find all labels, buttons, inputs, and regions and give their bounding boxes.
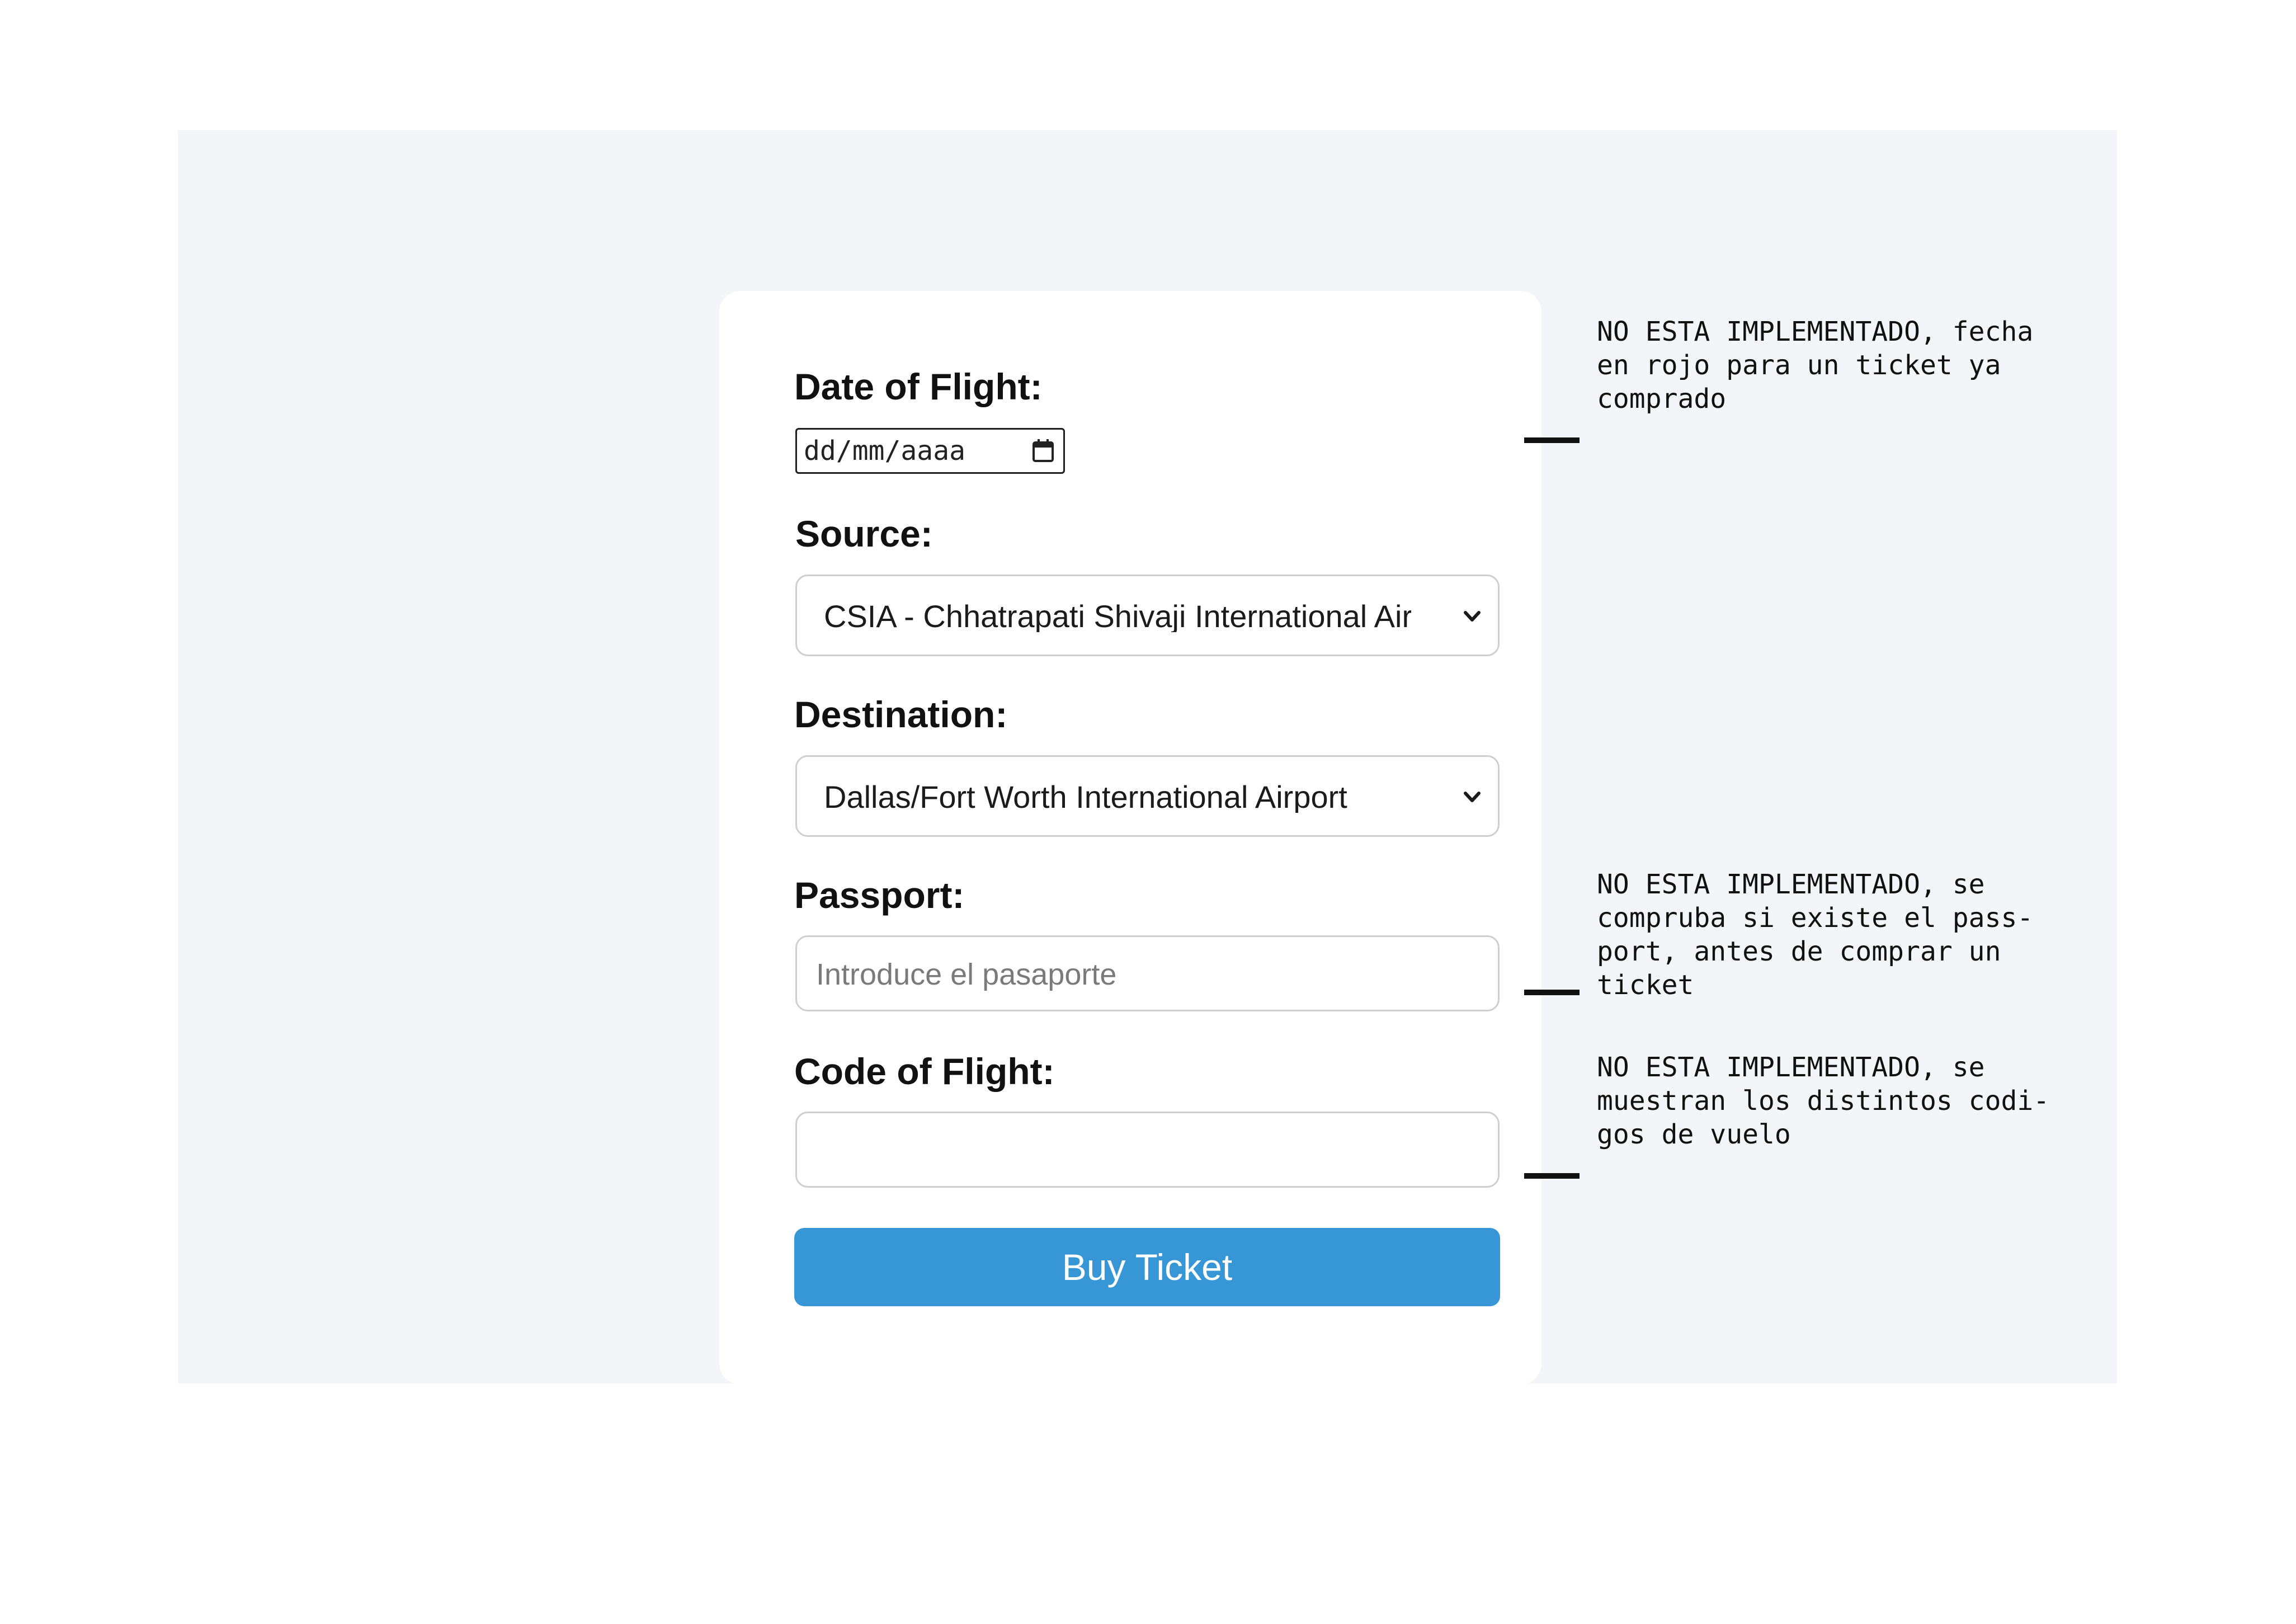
note-line: ticket bbox=[1597, 969, 1694, 1001]
page: Date of Flight: dd/mm/aaaa Source: CSIA … bbox=[0, 0, 2296, 1624]
note-line: gos de vuelo bbox=[1597, 1119, 1791, 1150]
passport-placeholder: Introduce el pasaporte bbox=[816, 958, 1117, 991]
code-of-flight-input[interactable] bbox=[795, 1112, 1500, 1188]
annotation-note-date: NO ESTA IMPLEMENTADO, fecha en rojo para… bbox=[1597, 315, 2111, 416]
source-selected-value: CSIA - Chhatrapati Shivaji International… bbox=[824, 601, 1411, 632]
note-line: en rojo para un ticket ya bbox=[1597, 350, 2001, 381]
date-label: Date of Flight: bbox=[794, 366, 1043, 407]
passport-input[interactable]: Introduce el pasaporte bbox=[795, 935, 1500, 1011]
code-of-flight-label: Code of Flight: bbox=[794, 1051, 1055, 1092]
note-line: comprado bbox=[1597, 383, 1727, 415]
passport-label: Passport: bbox=[794, 874, 965, 916]
annotation-note-code: NO ESTA IMPLEMENTADO, se muestran los di… bbox=[1597, 1051, 2111, 1151]
calendar-icon[interactable] bbox=[1032, 439, 1054, 463]
date-of-flight-input[interactable]: dd/mm/aaaa bbox=[795, 428, 1065, 474]
annotation-connector-passport bbox=[1524, 990, 1580, 995]
chevron-down-icon bbox=[1464, 611, 1481, 622]
note-line: NO ESTA IMPLEMENTADO, se bbox=[1597, 869, 1985, 900]
chevron-down-icon bbox=[1464, 792, 1481, 802]
destination-select[interactable]: Dallas/Fort Worth International Airport bbox=[795, 755, 1500, 837]
source-label: Source: bbox=[795, 513, 933, 554]
annotation-connector-code bbox=[1524, 1173, 1580, 1179]
note-line: NO ESTA IMPLEMENTADO, se bbox=[1597, 1052, 1985, 1083]
destination-label: Destination: bbox=[794, 694, 1008, 735]
date-value: dd/mm/aaaa bbox=[804, 435, 965, 467]
annotation-connector-date bbox=[1524, 437, 1580, 443]
buy-ticket-button[interactable]: Buy Ticket bbox=[794, 1228, 1500, 1306]
source-select[interactable]: CSIA - Chhatrapati Shivaji International… bbox=[795, 575, 1500, 656]
note-line: compruba si existe el pass- bbox=[1597, 902, 2034, 934]
destination-selected-value: Dallas/Fort Worth International Airport bbox=[824, 782, 1347, 813]
note-line: port, antes de comprar un bbox=[1597, 936, 2001, 967]
note-line: NO ESTA IMPLEMENTADO, fecha bbox=[1597, 316, 2034, 347]
buy-ticket-label: Buy Ticket bbox=[1062, 1246, 1233, 1288]
note-line: muestran los distintos codi- bbox=[1597, 1085, 2050, 1117]
annotation-note-passport: NO ESTA IMPLEMENTADO, se compruba si exi… bbox=[1597, 868, 2111, 1002]
